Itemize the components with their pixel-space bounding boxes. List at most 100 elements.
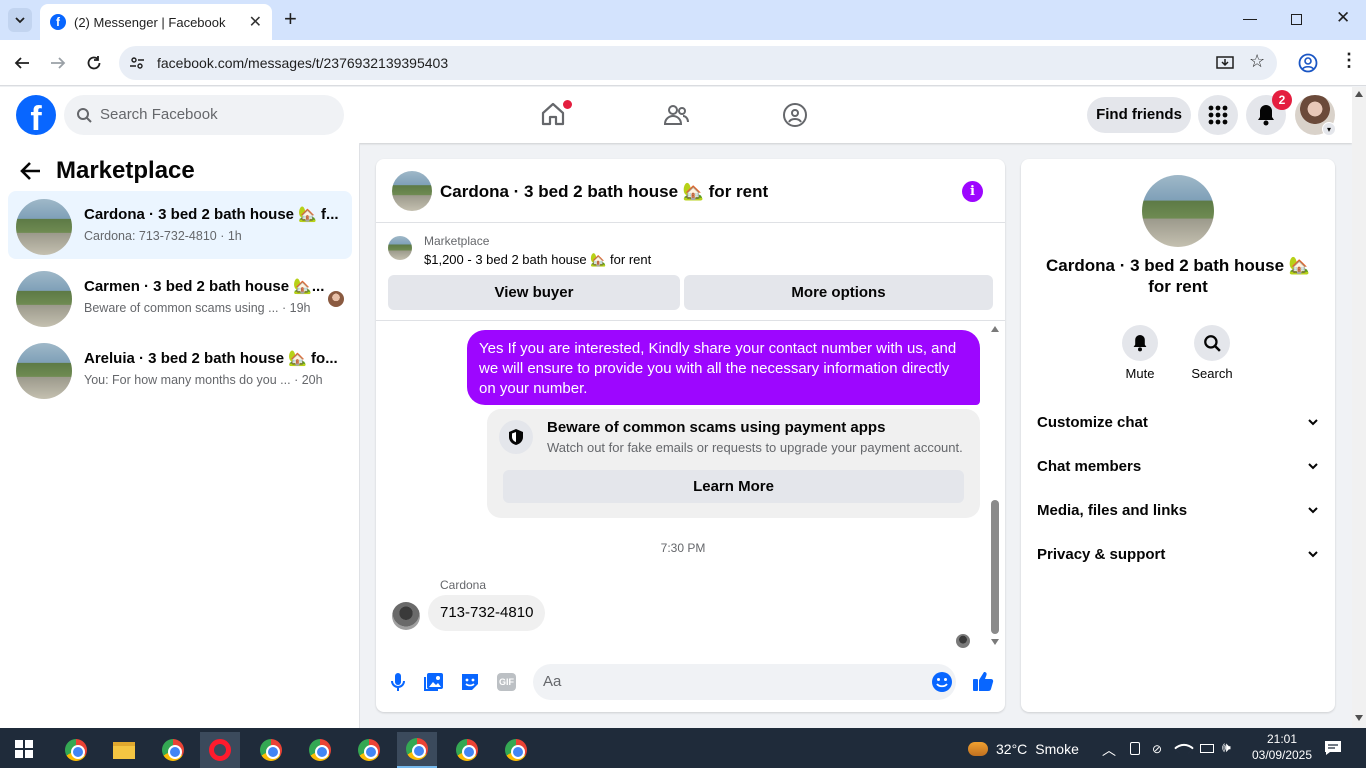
search-bar[interactable]: Search Facebook: [64, 95, 344, 135]
facebook-top-nav: f Search Facebook Find friends 2 ▾: [0, 87, 1352, 143]
close-tab-icon[interactable]: ✕: [249, 12, 262, 32]
chrome-icon: [309, 739, 331, 761]
details-avatar[interactable]: [1142, 175, 1214, 247]
taskbar-chrome-4[interactable]: [300, 732, 340, 768]
profile-icon[interactable]: [1298, 53, 1318, 73]
facebook-logo[interactable]: f: [16, 95, 56, 138]
notification-center-icon[interactable]: [1324, 740, 1342, 756]
home-nav-button[interactable]: [540, 100, 572, 129]
section-label: Media, files and links: [1037, 501, 1188, 519]
taskbar-chrome-1[interactable]: [56, 732, 96, 768]
chat-title[interactable]: Cardona · 3 bed 2 bath house 🏡 for rent: [440, 182, 768, 202]
more-options-button[interactable]: More options: [684, 275, 993, 310]
minimize-button[interactable]: [1243, 19, 1257, 20]
conversation-title: Cardona · 3 bed 2 bath house 🏡 f...: [84, 206, 339, 223]
new-tab-button[interactable]: +: [284, 6, 297, 32]
sent-message-bubble[interactable]: Yes If you are interested, Kindly share …: [467, 330, 980, 405]
opera-icon: [209, 739, 231, 761]
view-buyer-button[interactable]: View buyer: [388, 275, 680, 310]
conversation-item-cardona[interactable]: Cardona · 3 bed 2 bath house 🏡 f... Card…: [8, 191, 352, 259]
menu-button[interactable]: [1198, 95, 1238, 135]
listing-thumbnail: [16, 343, 72, 399]
chat-scrollbar[interactable]: [989, 324, 1001, 649]
search-conversation-button[interactable]: [1194, 325, 1230, 361]
tray-chevron-icon[interactable]: ︿: [1102, 740, 1116, 760]
thumbs-up-icon[interactable]: [972, 670, 994, 692]
clock-date[interactable]: 03/09/2025: [1247, 748, 1317, 762]
site-info-icon[interactable]: [129, 55, 145, 71]
message-input[interactable]: Aa: [533, 664, 956, 700]
conversation-snippet: Cardona: 713-732-4810 · 1h: [84, 229, 242, 243]
customize-chat-section[interactable]: Customize chat: [1037, 407, 1319, 437]
conversation-item-carmen[interactable]: Carmen · 3 bed 2 bath house 🏡... Beware …: [8, 263, 352, 331]
install-app-icon[interactable]: [1216, 54, 1234, 72]
taskbar-chrome-3[interactable]: [251, 732, 291, 768]
section-label: Chat members: [1037, 457, 1142, 475]
restore-button[interactable]: [1291, 14, 1302, 25]
taskbar-chrome-2[interactable]: [153, 732, 193, 768]
browser-tab[interactable]: f (2) Messenger | Facebook ✕: [40, 4, 272, 40]
clock-time[interactable]: 21:01: [1252, 732, 1312, 746]
listing-banner: Marketplace $1,200 - 3 bed 2 bath house …: [376, 224, 1005, 321]
groups-icon[interactable]: [782, 102, 808, 128]
page-scrollbar[interactable]: [1352, 87, 1366, 728]
forward-icon[interactable]: [49, 54, 67, 72]
close-window-button[interactable]: ✕: [1336, 8, 1350, 28]
chat-avatar[interactable]: [392, 171, 432, 211]
find-friends-button[interactable]: Find friends: [1087, 97, 1191, 133]
taskbar-file-explorer[interactable]: [104, 732, 144, 768]
taskbar-opera[interactable]: [200, 732, 240, 768]
listing-label: Marketplace: [424, 234, 490, 248]
battery-icon[interactable]: [1200, 744, 1214, 753]
conversation-title: Carmen · 3 bed 2 bath house 🏡...: [84, 278, 325, 295]
learn-more-button[interactable]: Learn More: [503, 470, 964, 503]
tray-app-icon[interactable]: [1130, 742, 1140, 755]
bell-icon: [1258, 105, 1274, 126]
message-placeholder: Aa: [543, 673, 562, 690]
details-name: Cardona · 3 bed 2 bath house 🏡 for rent: [1046, 256, 1310, 296]
microphone-icon[interactable]: [390, 672, 406, 692]
media-files-links-section[interactable]: Media, files and links: [1037, 495, 1319, 525]
taskbar-chrome-7[interactable]: [496, 732, 536, 768]
chat-members-section[interactable]: Chat members: [1037, 451, 1319, 481]
bookmark-star-icon[interactable]: ☆: [1249, 51, 1265, 72]
weather-widget[interactable]: 32°C Smoke: [968, 738, 1079, 760]
scam-warning-card: Beware of common scams using payment app…: [487, 409, 980, 518]
mute-button[interactable]: [1122, 325, 1158, 361]
sticker-icon[interactable]: [460, 672, 480, 692]
privacy-support-section[interactable]: Privacy & support: [1037, 539, 1319, 569]
taskbar-chrome-active[interactable]: [397, 732, 437, 768]
scrollbar-thumb[interactable]: [991, 500, 999, 634]
friends-icon[interactable]: [663, 102, 689, 128]
emoji-icon[interactable]: [931, 671, 953, 693]
back-arrow-icon[interactable]: [20, 161, 42, 181]
chevron-down-icon: [1308, 551, 1318, 558]
tab-search-button[interactable]: [8, 8, 32, 32]
browser-menu-icon[interactable]: ⋮: [1340, 50, 1358, 71]
gif-icon[interactable]: GIF: [497, 673, 516, 691]
account-chevron-icon[interactable]: ▾: [1322, 122, 1336, 136]
search-icon: [1204, 335, 1221, 352]
gallery-icon[interactable]: [424, 672, 444, 692]
chrome-icon: [358, 739, 380, 761]
back-icon[interactable]: [13, 54, 31, 72]
search-icon: [77, 108, 92, 123]
conversation-item-areluia[interactable]: Areluia · 3 bed 2 bath house 🏡 fo... You…: [8, 335, 352, 403]
reload-icon[interactable]: [85, 54, 103, 72]
listing-thumbnail: [16, 271, 72, 327]
taskbar-chrome-6[interactable]: [447, 732, 487, 768]
received-message-bubble[interactable]: 713-732-4810: [428, 595, 546, 631]
mute-label: Mute: [1125, 366, 1155, 381]
url-text: facebook.com/messages/t/2376932139395403: [157, 55, 449, 71]
listing-text: $1,200 - 3 bed 2 bath house 🏡 for rent: [424, 252, 652, 267]
camera-off-icon[interactable]: ⊘: [1152, 742, 1162, 756]
volume-icon[interactable]: 🕪: [1222, 739, 1231, 756]
address-bar[interactable]: facebook.com/messages/t/2376932139395403: [119, 46, 1277, 80]
browser-toolbar: facebook.com/messages/t/2376932139395403…: [0, 40, 1366, 86]
sender-avatar: [392, 602, 420, 630]
taskbar-chrome-5[interactable]: [349, 732, 389, 768]
weather-icon: [968, 742, 988, 756]
conversation-snippet: Beware of common scams using ... · 19h: [84, 301, 311, 315]
windows-start-icon[interactable]: [15, 740, 33, 758]
info-icon[interactable]: i: [962, 181, 983, 202]
